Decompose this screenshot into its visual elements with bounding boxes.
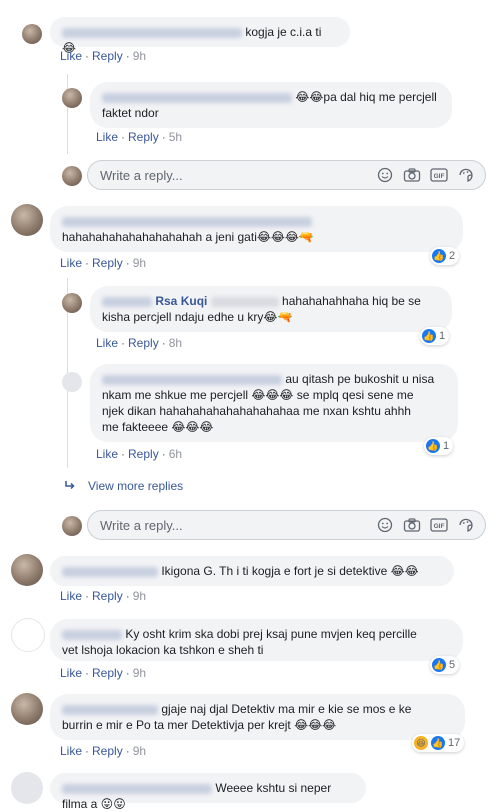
- thread-line: [67, 74, 68, 154]
- reply-bubble: 😂😂pa dal hiq me percjell faktet ndor: [90, 82, 452, 128]
- reaction-count[interactable]: 👍 2: [430, 247, 460, 265]
- avatar[interactable]: [11, 204, 43, 236]
- like-link[interactable]: Like: [60, 744, 82, 758]
- gif-icon[interactable]: GIF: [430, 166, 448, 184]
- reaction-count[interactable]: 😆 👍 17: [412, 734, 465, 752]
- svg-text:GIF: GIF: [434, 523, 445, 530]
- reaction-count[interactable]: 👍 1: [420, 327, 450, 345]
- avatar[interactable]: [62, 372, 82, 392]
- haha-reaction-icon: 😆: [414, 736, 428, 750]
- like-reaction-icon: 👍: [432, 249, 446, 263]
- reply-actions: Like · Reply · 8h: [96, 336, 183, 350]
- camera-icon[interactable]: [403, 166, 421, 184]
- reply-link[interactable]: Reply: [128, 447, 159, 461]
- timestamp[interactable]: 8h: [169, 336, 182, 350]
- like-reaction-icon: 👍: [432, 658, 446, 672]
- comment-actions: Like · Reply · 9h: [60, 589, 147, 603]
- like-reaction-icon: 👍: [431, 736, 445, 750]
- like-link[interactable]: Like: [96, 336, 118, 350]
- timestamp[interactable]: 6h: [169, 447, 182, 461]
- reply-bubble: Rsa Kuqi hahahahahhaha hiq be se kisha p…: [90, 286, 452, 332]
- view-more-replies[interactable]: View more replies: [88, 479, 183, 493]
- redacted-name: [102, 296, 152, 307]
- like-link[interactable]: Like: [60, 49, 82, 63]
- avatar[interactable]: [62, 293, 82, 313]
- avatar[interactable]: [11, 772, 43, 804]
- reply-composer[interactable]: GIF: [87, 160, 486, 190]
- like-link[interactable]: Like: [60, 589, 82, 603]
- timestamp[interactable]: 9h: [133, 49, 146, 63]
- reaction-count[interactable]: 👍 1: [424, 437, 454, 455]
- comment-bubble: Weeee kshtu si neper filma a 😛😛: [50, 773, 366, 811]
- redacted-name: [102, 374, 282, 385]
- like-link[interactable]: Like: [96, 447, 118, 461]
- like-reaction-icon: 👍: [422, 329, 436, 343]
- redacted-name: [62, 629, 122, 640]
- redacted-name: [62, 27, 242, 38]
- redacted-name: [62, 783, 212, 794]
- reply-actions: Like · Reply · 5h: [96, 130, 183, 144]
- reply-link[interactable]: Reply: [92, 744, 123, 758]
- avatar[interactable]: [22, 24, 42, 44]
- like-link[interactable]: Like: [96, 130, 118, 144]
- reply-link[interactable]: Reply: [92, 49, 123, 63]
- reply-bubble: au qitash pe bukoshit u nisa nkam me shk…: [90, 364, 458, 442]
- emoji-icon[interactable]: [376, 166, 394, 184]
- reply-input[interactable]: [98, 516, 376, 534]
- gif-icon[interactable]: GIF: [430, 516, 448, 534]
- sticker-icon[interactable]: [457, 516, 475, 534]
- sticker-icon[interactable]: [457, 166, 475, 184]
- like-link[interactable]: Like: [60, 666, 82, 680]
- reply-link[interactable]: Reply: [128, 130, 159, 144]
- comment-actions: Like · Reply · 9h: [60, 49, 147, 63]
- comment-actions: Like · Reply · 9h: [60, 744, 147, 758]
- reaction-count[interactable]: 👍 5: [430, 656, 460, 674]
- reply-composer[interactable]: GIF: [87, 510, 486, 540]
- avatar: [62, 516, 82, 536]
- comment-bubble: hahahahahahahahahahah a jeni gati😂😂😂🔫: [50, 206, 463, 252]
- timestamp[interactable]: 9h: [133, 256, 146, 270]
- comment-bubble: gjaje naj djal Detektiv ma mir e kie se …: [50, 694, 465, 740]
- timestamp[interactable]: 5h: [169, 130, 182, 144]
- avatar[interactable]: [62, 88, 82, 108]
- reply-link[interactable]: Reply: [92, 589, 123, 603]
- avatar[interactable]: [11, 554, 43, 586]
- avatar: [62, 166, 82, 186]
- redacted-name: [62, 566, 158, 577]
- reply-link[interactable]: Reply: [128, 336, 159, 350]
- like-link[interactable]: Like: [60, 256, 82, 270]
- redacted-name: [62, 704, 158, 715]
- comment-text: i ti kogja e fort je si detektive 😂😂: [236, 564, 419, 578]
- reply-link[interactable]: Reply: [92, 666, 123, 680]
- comment-actions: Like · Reply · 9h: [60, 666, 147, 680]
- timestamp[interactable]: 9h: [133, 666, 146, 680]
- comment-text: hahahahahahahahahahah a jeni gati😂😂😂🔫: [62, 230, 314, 244]
- like-reaction-icon: 👍: [426, 439, 440, 453]
- comment-bubble: Ky osht krim ska dobi prej ksaj pune mvj…: [50, 619, 463, 661]
- timestamp[interactable]: 9h: [133, 589, 146, 603]
- emoji-icon[interactable]: [376, 516, 394, 534]
- avatar[interactable]: [11, 693, 43, 725]
- reply-arrow-icon: [64, 479, 76, 494]
- camera-icon[interactable]: [403, 516, 421, 534]
- timestamp[interactable]: 9h: [133, 744, 146, 758]
- redacted-name: [62, 216, 312, 227]
- avatar[interactable]: [11, 618, 45, 652]
- reply-link[interactable]: Reply: [92, 256, 123, 270]
- svg-text:GIF: GIF: [434, 173, 445, 180]
- reply-input[interactable]: [98, 166, 376, 184]
- reply-actions: Like · Reply · 6h: [96, 447, 183, 461]
- comment-actions: Like · Reply · 9h: [60, 256, 147, 270]
- comment-bubble: Ikigona G. Th i ti kogja e fort je si de…: [50, 556, 454, 586]
- redacted-name: [102, 92, 292, 103]
- comment-bubble: kogja je c.i.a ti 😂: [50, 17, 350, 55]
